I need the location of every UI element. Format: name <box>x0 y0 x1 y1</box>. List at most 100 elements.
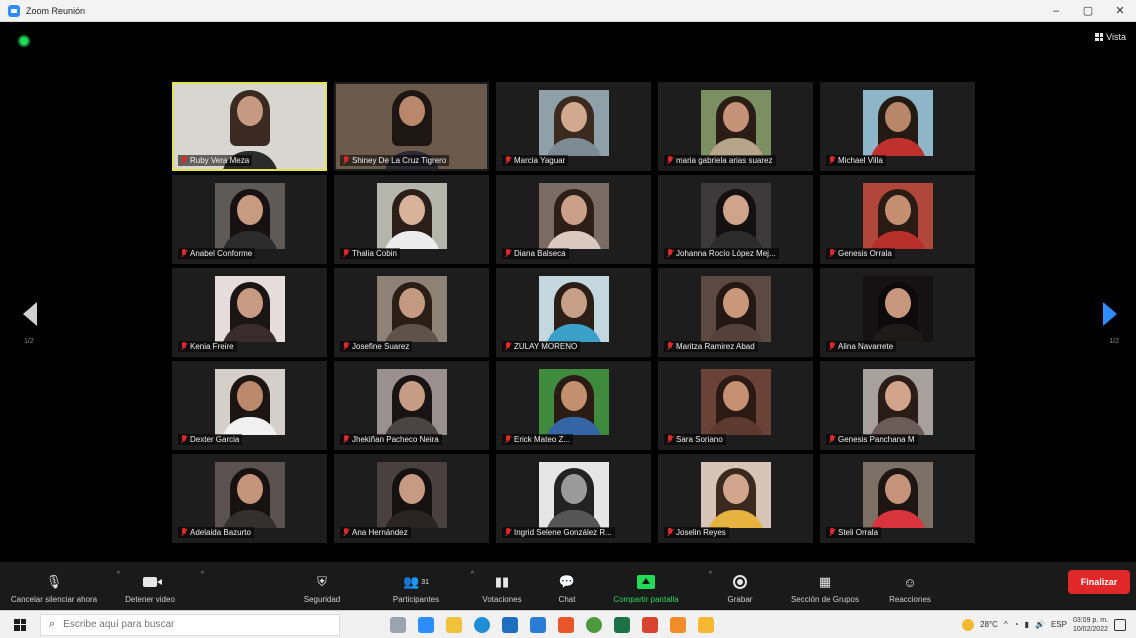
security-shield-icon[interactable] <box>18 35 30 47</box>
participant-tile[interactable]: Ingrid Selene González R... <box>496 454 651 543</box>
breakout-rooms-button[interactable]: ▦ Sección de Grupos <box>780 562 870 604</box>
participant-face <box>722 381 749 411</box>
previous-page-arrow-icon[interactable] <box>23 302 37 326</box>
notifications-icon[interactable] <box>1114 618 1126 631</box>
volume-icon[interactable]: 🔊 <box>1035 620 1045 629</box>
store-icon[interactable] <box>502 616 518 633</box>
next-page-arrow-icon[interactable] <box>1103 302 1117 326</box>
network-icon[interactable]: ◔ <box>1014 620 1019 629</box>
window-controls: – ▢ ✕ <box>1040 0 1136 21</box>
participant-name-bar: maria gabriela arias suarez <box>664 155 776 166</box>
participant-tile[interactable]: Maritza Ramirez Abad <box>658 268 813 357</box>
view-button[interactable]: Vista <box>1095 32 1126 42</box>
participant-tile[interactable]: Jhekiñan Pacheco Neira <box>334 361 489 450</box>
participant-tile[interactable]: Sara Soriano <box>658 361 813 450</box>
battery-icon[interactable]: ▮ <box>1025 620 1029 629</box>
participant-tile[interactable]: Shiney De La Cruz Tigrero <box>334 82 489 171</box>
participant-face <box>722 102 749 132</box>
muted-mic-icon <box>505 528 511 537</box>
chat-bubble-icon: 💬 <box>558 574 576 589</box>
language-indicator[interactable]: ESP <box>1051 620 1067 629</box>
mail-icon[interactable] <box>530 616 546 633</box>
participant-video <box>214 369 285 435</box>
participant-tile[interactable]: Genesis Panchana M <box>820 361 975 450</box>
participant-tile[interactable]: Diana Balseca <box>496 175 651 264</box>
unmute-button[interactable]: 🎙 ^ Cancelar silenciar ahora <box>0 562 120 604</box>
participant-tile[interactable]: Steli Orrala <box>820 454 975 543</box>
participant-name: Diana Balseca <box>514 249 566 258</box>
search-input[interactable] <box>63 619 314 630</box>
taskbar-clock[interactable]: 03:09 p. m. 10/02/2022 <box>1073 616 1108 634</box>
tray-chevron-icon[interactable]: ^ <box>1004 620 1008 629</box>
folder-icon[interactable] <box>698 616 714 633</box>
powerpoint-icon[interactable] <box>642 616 658 633</box>
participants-count: 31 <box>421 578 429 586</box>
reactions-button[interactable]: ☺ Reacciones <box>870 562 950 605</box>
participant-tile[interactable]: Josefine Suarez <box>334 268 489 357</box>
participant-tile[interactable]: Genesis Orrala <box>820 175 975 264</box>
participant-tile[interactable]: maria gabriela arias suarez <box>658 82 813 171</box>
participant-name: ZULAY MORENO <box>514 342 578 351</box>
chrome-icon[interactable] <box>586 616 602 633</box>
windows-start-icon[interactable] <box>14 618 26 631</box>
muted-mic-icon <box>181 156 187 165</box>
participant-tile[interactable]: Dexter Garcia <box>172 361 327 450</box>
participant-tile[interactable]: Michael Villa <box>820 82 975 171</box>
participant-tile[interactable]: Joselin Reyes <box>658 454 813 543</box>
record-icon <box>733 573 747 591</box>
participants-button[interactable]: 👥 31 ^ Participantes <box>370 562 474 604</box>
muted-mic-icon <box>505 156 511 165</box>
participant-face <box>236 96 263 126</box>
participant-tile[interactable]: Ruby Vera Meza <box>172 82 327 171</box>
end-meeting-button[interactable]: Finalizar <box>1068 570 1130 594</box>
edge-icon[interactable] <box>474 616 490 633</box>
close-button[interactable]: ✕ <box>1104 0 1136 21</box>
muted-mic-icon <box>667 435 673 444</box>
participant-tile[interactable]: Alina Navarrete <box>820 268 975 357</box>
muted-mic-icon <box>505 342 511 351</box>
weather-icon <box>962 618 975 631</box>
participant-face <box>884 102 911 132</box>
task-view-icon[interactable] <box>390 616 406 633</box>
participant-video <box>862 276 933 342</box>
participant-tile[interactable]: Erick Mateo Z... <box>496 361 651 450</box>
participant-name: Ingrid Selene González R... <box>514 528 612 537</box>
participant-tile[interactable]: Kenia Freire <box>172 268 327 357</box>
security-button[interactable]: ⛨ Seguridad <box>274 562 370 604</box>
participant-name-bar: Josefine Suarez <box>340 341 413 352</box>
polls-button[interactable]: ▮▮ Votaciones <box>462 562 542 604</box>
participant-name: Marcia Yaguar <box>514 156 566 165</box>
stop-video-button[interactable]: ^ Detener video <box>108 562 204 604</box>
taskbar-search[interactable]: ⌕ <box>40 613 340 636</box>
minimize-button[interactable]: – <box>1040 0 1072 21</box>
muted-mic-icon <box>343 156 349 165</box>
participant-face <box>398 474 425 504</box>
participant-video <box>214 462 285 528</box>
muted-mic-icon <box>343 249 349 258</box>
file-explorer-icon[interactable] <box>446 616 462 633</box>
participant-video <box>862 183 933 249</box>
participant-tile[interactable]: Ana Hernández <box>334 454 489 543</box>
participant-tile[interactable]: Anabel Conforme <box>172 175 327 264</box>
participant-tile[interactable]: ZULAY MORENO <box>496 268 651 357</box>
participant-tile[interactable]: Adelaida Bazurto <box>172 454 327 543</box>
muted-mic-icon <box>181 435 187 444</box>
participant-tile[interactable]: Johanna Rocío López Mej... <box>658 175 813 264</box>
office-icon[interactable] <box>558 616 574 633</box>
participant-tile[interactable]: Thalia Cobin <box>334 175 489 264</box>
chevron-up-icon[interactable]: ^ <box>201 571 204 578</box>
meeting-toolbar: 🎙 ^ Cancelar silenciar ahora ^ Detener v… <box>0 562 1136 610</box>
share-screen-icon <box>637 573 655 591</box>
vlc-icon[interactable] <box>670 616 686 633</box>
share-screen-button[interactable]: ^ Compartir pantalla <box>592 562 712 604</box>
excel-icon[interactable] <box>614 616 630 633</box>
muted-mic-icon <box>667 249 673 258</box>
participant-tile[interactable]: Marcia Yaguar <box>496 82 651 171</box>
participant-video <box>538 276 609 342</box>
zoom-app-icon <box>8 4 20 17</box>
maximize-button[interactable]: ▢ <box>1072 0 1104 21</box>
zoom-taskbar-icon[interactable] <box>418 616 434 633</box>
participant-face <box>560 381 587 411</box>
record-button[interactable]: Grabar <box>700 562 780 604</box>
chat-button[interactable]: 💬 Chat <box>542 562 592 604</box>
